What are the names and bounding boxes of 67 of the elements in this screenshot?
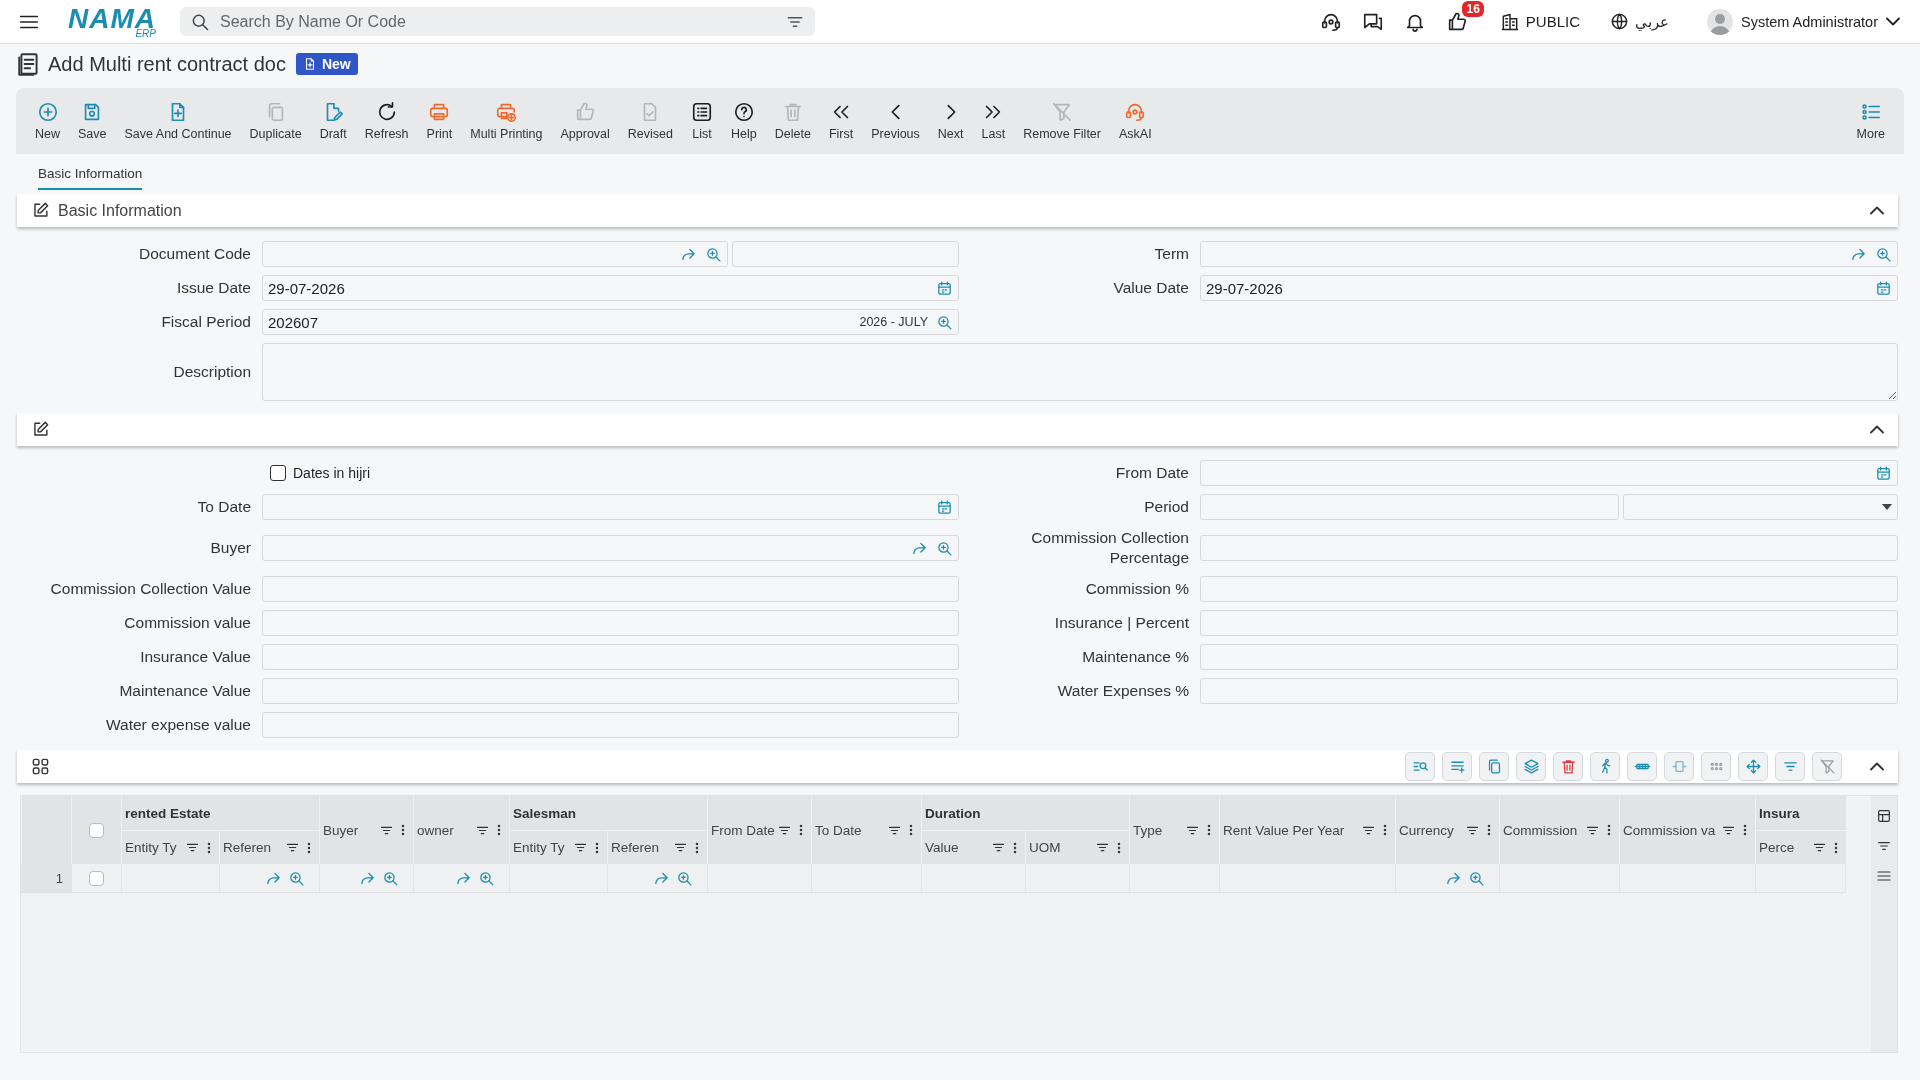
search-bar[interactable]: Search By Name Or Code: [180, 7, 815, 36]
field-label: Commission Collection Percentage: [1030, 528, 1189, 569]
company-button[interactable]: PUBLIC: [1497, 9, 1582, 34]
field-label: Commission %: [1084, 579, 1189, 600]
column-header[interactable]: To Date: [815, 822, 862, 838]
column-header[interactable]: owner: [417, 822, 454, 838]
toolbar-button[interactable]: Save: [69, 101, 116, 141]
column-header[interactable]: Currency: [1399, 822, 1454, 838]
field-label: From Date: [1114, 462, 1189, 483]
toolbar-button[interactable]: List: [682, 101, 722, 141]
toolbar-button[interactable]: Draft: [310, 101, 356, 141]
toolbar-button[interactable]: AskAI: [1109, 101, 1161, 141]
row-number: 1: [55, 870, 63, 886]
status-badge: New: [295, 53, 358, 75]
search-field[interactable]: Search By Name Or Code: [218, 11, 777, 32]
field-label: Document Code: [138, 243, 251, 264]
column-group-header: Insura: [1759, 805, 1800, 821]
page-title: Add Multi rent contract doc: [48, 52, 286, 76]
toolbar-button[interactable]: Multi Printing: [461, 101, 552, 141]
column-group-header: Salesman: [513, 805, 577, 821]
field-label: Insurance | Percent: [1053, 613, 1189, 634]
field-label: Fiscal Period: [160, 311, 251, 332]
section-title: Basic Information: [58, 201, 182, 220]
toolbar-button[interactable]: Help: [722, 101, 766, 141]
field-label: Commission Collection Value: [49, 579, 251, 600]
toolbar-button[interactable]: First: [819, 101, 863, 141]
toolbar-button[interactable]: Save And Continue: [115, 101, 241, 141]
field-label: Value Date: [1112, 277, 1189, 298]
tab[interactable]: Basic Information: [38, 166, 143, 190]
column-header[interactable]: Commission va: [1623, 822, 1716, 838]
column-header[interactable]: Value: [925, 840, 959, 856]
user-menu[interactable]: System Administrator: [1701, 7, 1906, 36]
language-button[interactable]: عربي: [1608, 10, 1671, 33]
toolbar-button[interactable]: Refresh: [355, 101, 418, 141]
checkbox-label: Dates in hijri: [293, 465, 371, 481]
field-label: Term: [1153, 243, 1189, 264]
toolbar-button[interactable]: Last: [972, 101, 1015, 141]
field-label: Period: [1143, 496, 1189, 517]
field-label: Buyer: [209, 538, 251, 559]
date-field[interactable]: 29-07-2026: [262, 275, 959, 301]
field-label: Water Expenses %: [1056, 681, 1189, 702]
column-header[interactable]: Commission: [1503, 822, 1578, 838]
column-header[interactable]: Buyer: [323, 822, 359, 838]
toolbar-button[interactable]: Print: [417, 101, 462, 141]
field-label: Maintenance %: [1081, 647, 1189, 668]
toolbar-button[interactable]: New: [26, 101, 69, 141]
field-label: Maintenance Value: [118, 681, 251, 702]
date-field[interactable]: 29-07-2026: [1200, 275, 1898, 301]
column-header[interactable]: From Date: [711, 822, 775, 838]
field-label: Commission value: [123, 613, 251, 634]
field-label: To Date: [196, 496, 251, 517]
field-label: Insurance Value: [139, 647, 251, 668]
column-header[interactable]: Type: [1133, 822, 1163, 838]
column-header[interactable]: Perce: [1759, 840, 1795, 856]
column-header[interactable]: Rent Value Per Year: [1223, 822, 1345, 838]
column-group-header: Duration: [925, 805, 981, 821]
more-button[interactable]: More: [1847, 101, 1894, 141]
period-name: 2026 - JULY: [859, 315, 928, 329]
toolbar-button[interactable]: Previous: [862, 101, 929, 141]
field-label: Description: [172, 361, 251, 382]
toolbar-button[interactable]: Next: [928, 101, 973, 141]
column-group-header: rented Estate: [125, 805, 211, 821]
field-label: Water expense value: [104, 715, 251, 736]
count-badge: 16: [1462, 0, 1484, 17]
lookup-field[interactable]: 202607 2026 - JULY: [262, 309, 959, 335]
column-header[interactable]: UOM: [1029, 840, 1061, 856]
field-label: Issue Date: [175, 277, 251, 298]
